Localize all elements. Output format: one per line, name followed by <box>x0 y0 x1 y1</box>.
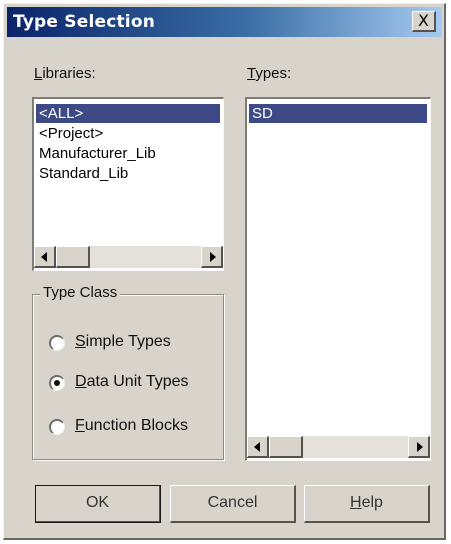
help-button[interactable]: Help <box>304 485 430 523</box>
type-class-group: Type Class Simple Types Data Unit Types … <box>32 284 224 460</box>
arrow-left-icon <box>41 252 47 262</box>
scroll-thumb[interactable] <box>269 436 303 458</box>
ok-button[interactable]: OK <box>35 485 161 523</box>
list-item[interactable]: SD <box>249 104 427 123</box>
types-label: Types: <box>247 65 292 82</box>
types-hscrollbar[interactable] <box>247 436 430 458</box>
arrow-left-icon <box>254 442 260 452</box>
arrow-right-icon <box>210 252 216 262</box>
type-selection-dialog: Type Selection X Libraries: <ALL> <Proje… <box>3 3 446 540</box>
title-bar[interactable]: Type Selection X <box>7 7 442 37</box>
type-class-legend: Type Class <box>40 284 121 301</box>
scroll-right-button[interactable] <box>201 246 223 268</box>
radio-button[interactable] <box>49 419 65 435</box>
scroll-left-button[interactable] <box>34 246 56 268</box>
list-item[interactable]: Standard_Lib <box>36 164 128 183</box>
radio-selected-dot <box>54 380 60 386</box>
cancel-button[interactable]: Cancel <box>170 485 296 523</box>
dialog-title: Type Selection <box>13 12 156 32</box>
list-item[interactable]: Manufacturer_Lib <box>36 144 156 163</box>
libraries-listbox[interactable]: <ALL> <Project> Manufacturer_Lib Standar… <box>32 97 224 271</box>
scroll-thumb[interactable] <box>56 246 90 268</box>
list-item[interactable]: <ALL> <box>36 104 220 123</box>
radio-button[interactable] <box>49 335 65 351</box>
scroll-left-button[interactable] <box>247 436 269 458</box>
close-icon: X <box>418 11 429 30</box>
libraries-hscrollbar[interactable] <box>34 246 223 268</box>
radio-button[interactable] <box>49 375 65 391</box>
libraries-label: Libraries: <box>34 65 96 82</box>
scroll-right-button[interactable] <box>408 436 430 458</box>
close-button[interactable]: X <box>412 11 436 32</box>
list-item[interactable]: <Project> <box>36 124 103 143</box>
types-listbox[interactable]: SD <box>245 97 431 461</box>
arrow-right-icon <box>417 442 423 452</box>
